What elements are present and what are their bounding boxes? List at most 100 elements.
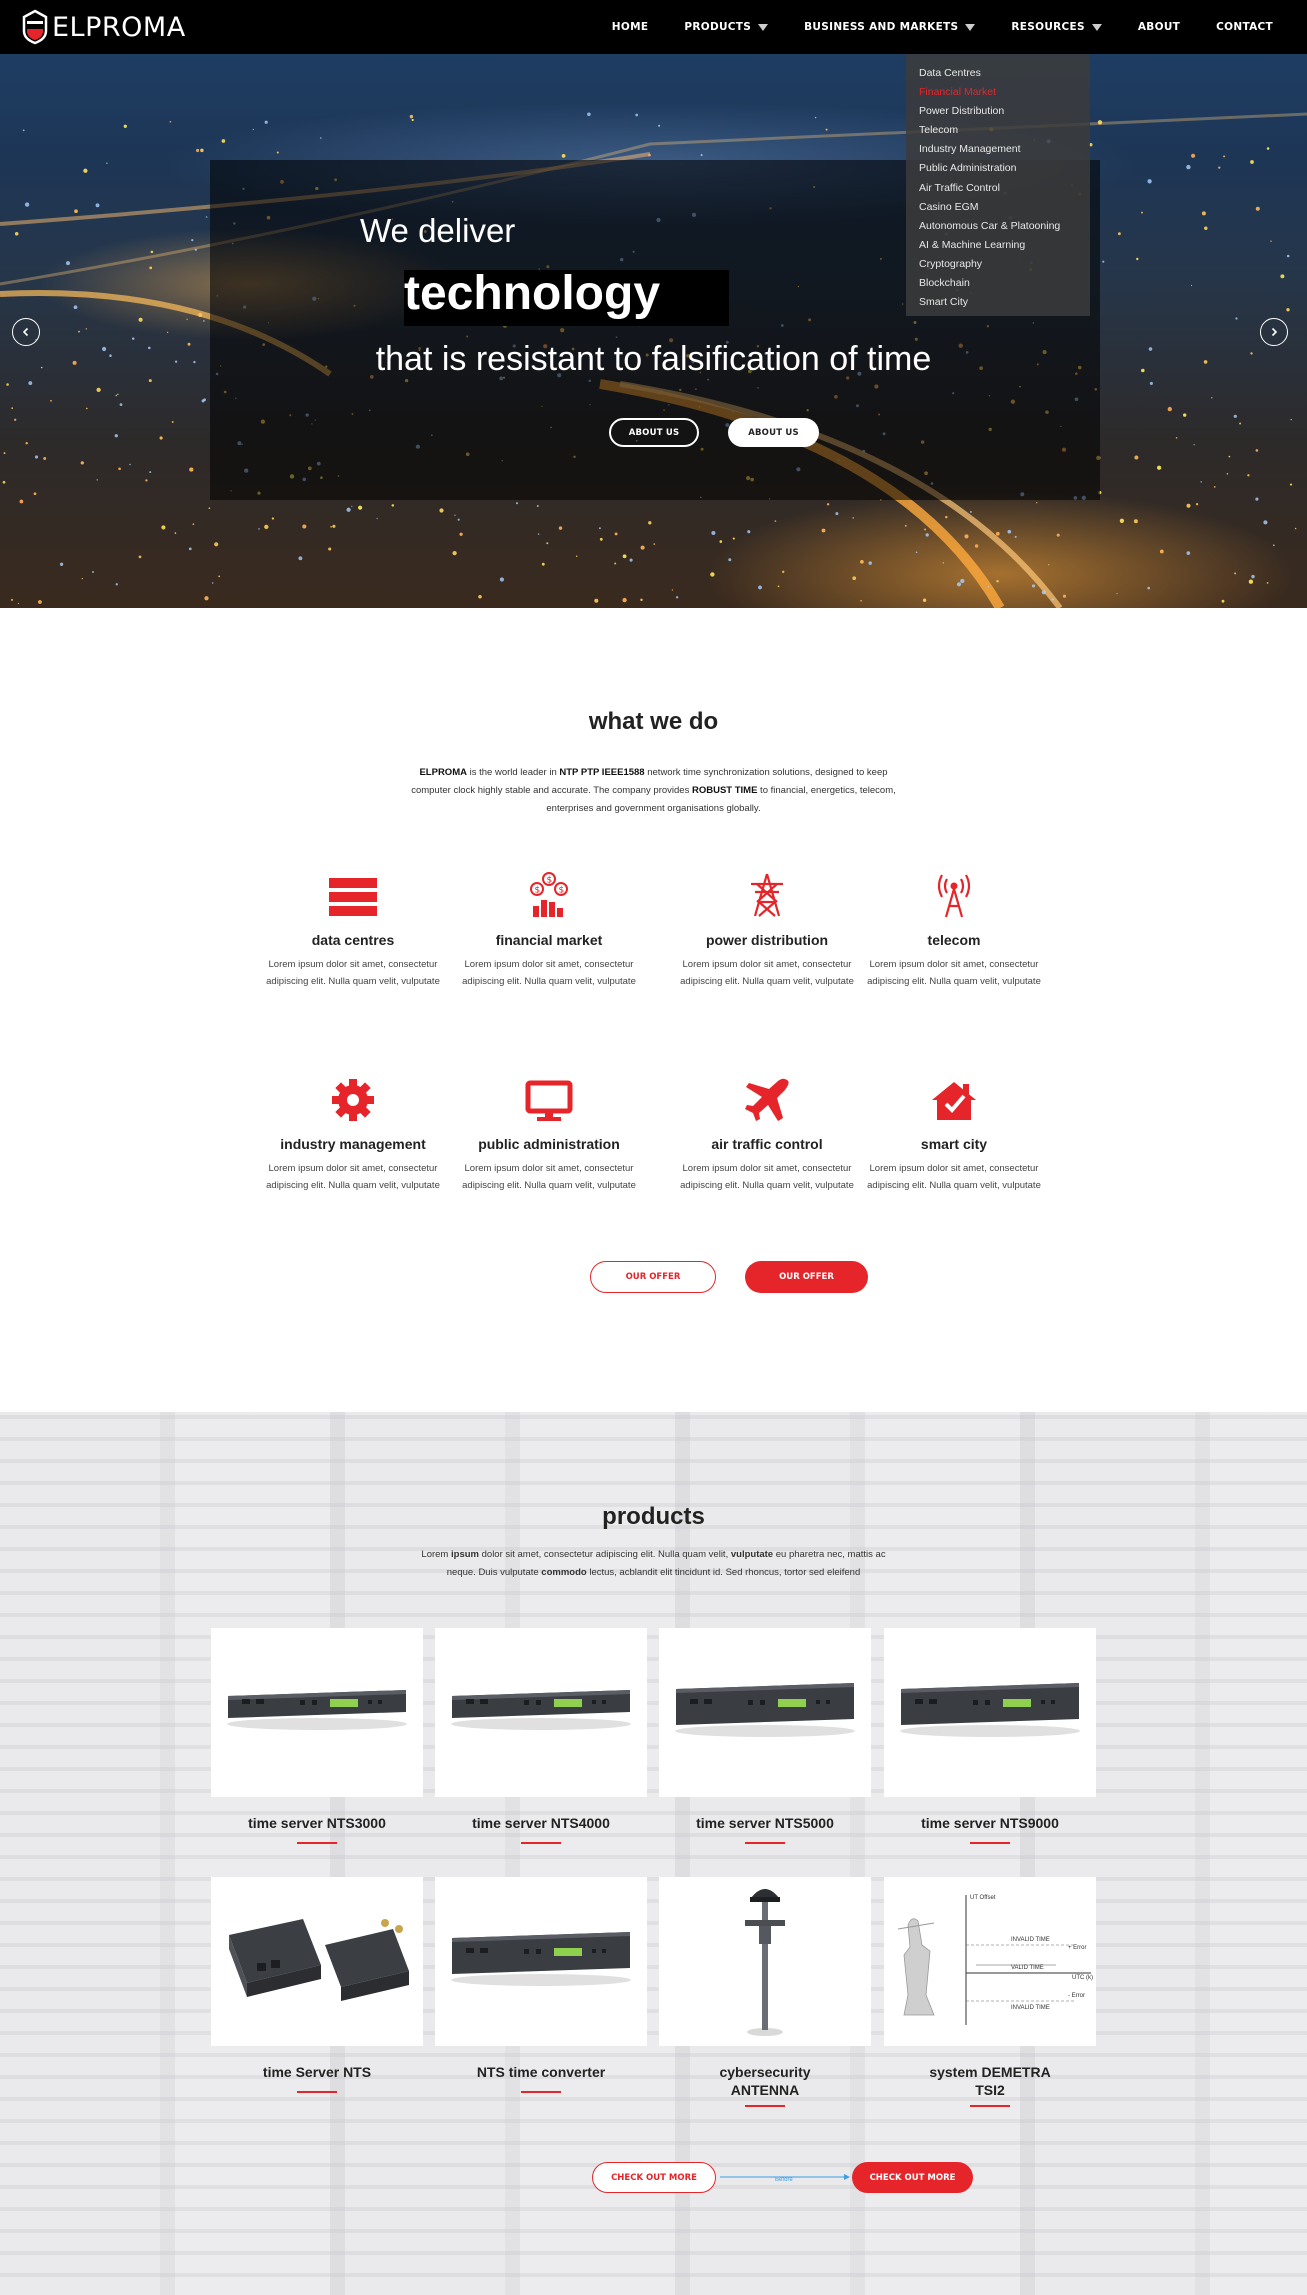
about-us-solid-button[interactable]: ABOUT US xyxy=(728,418,819,447)
city-light xyxy=(264,120,268,124)
city-light xyxy=(117,393,119,395)
city-light xyxy=(852,517,855,519)
dropdown-item[interactable]: Telecom xyxy=(906,121,1090,140)
city-light xyxy=(1280,274,1285,279)
city-light xyxy=(1036,502,1038,504)
service-description: Lorem ipsum dolor sit amet, consectetur … xyxy=(867,959,1041,987)
city-light xyxy=(302,524,307,529)
power-tower-icon xyxy=(672,868,862,918)
city-light xyxy=(115,583,118,586)
rack-server-image xyxy=(222,1686,412,1740)
city-light xyxy=(34,455,39,459)
product-name[interactable]: system DEMETRA TSI2 xyxy=(884,2063,1096,2099)
product-card-image[interactable] xyxy=(435,1877,647,2046)
dropdown-item[interactable]: Data Centres xyxy=(906,64,1090,83)
product-card-image[interactable] xyxy=(659,1877,871,2046)
product-name[interactable]: time server NTS9000 xyxy=(884,1814,1096,1832)
city-light xyxy=(1190,284,1193,287)
nav-item-resources[interactable]: RESOURCES xyxy=(993,21,1120,33)
city-light xyxy=(17,602,20,605)
dropdown-item[interactable]: Autonomous Car & Platooning xyxy=(906,217,1090,236)
service-smart-city[interactable]: smart city Lorem ipsum dolor sit amet, co… xyxy=(859,1072,1049,1194)
city-light xyxy=(1255,206,1260,211)
nav-item-business-and-markets[interactable]: BUSINESS AND MARKETS xyxy=(786,21,993,33)
nav-item-about[interactable]: ABOUT xyxy=(1120,21,1198,33)
city-light xyxy=(114,434,118,438)
airplane-icon xyxy=(672,1072,862,1122)
city-light xyxy=(192,523,195,526)
city-light xyxy=(964,534,969,539)
product-card-image[interactable]: UT Offset INVALID TIME + Error VALID TIME UT… xyxy=(884,1877,1096,2046)
dropdown-item[interactable]: Smart City xyxy=(906,293,1090,312)
product-name[interactable]: NTS time converter xyxy=(435,2063,647,2081)
dropdown-item[interactable]: AI & Machine Learning xyxy=(906,236,1090,255)
nav-item-home[interactable]: HOME xyxy=(594,21,667,33)
city-light xyxy=(1289,483,1293,486)
product-name[interactable]: time Server NTS xyxy=(211,2063,423,2081)
city-light xyxy=(814,116,817,119)
product-card-image[interactable] xyxy=(211,1877,423,2046)
city-light xyxy=(330,526,332,528)
nav-item-products[interactable]: PRODUCTS xyxy=(666,21,786,33)
dropdown-item[interactable]: Cryptography xyxy=(906,255,1090,274)
our-offer-solid-button[interactable]: OUR OFFER xyxy=(745,1261,868,1293)
product-card-image[interactable] xyxy=(435,1628,647,1797)
city-light xyxy=(1117,232,1121,236)
dropdown-item[interactable]: Public Administration xyxy=(906,159,1090,178)
city-light xyxy=(499,577,504,582)
city-light xyxy=(1239,422,1242,425)
product-card-image[interactable] xyxy=(211,1628,423,1797)
check-out-more-outline-button[interactable]: CHECK OUT MORE xyxy=(592,2162,716,2193)
dropdown-item[interactable]: Casino EGM xyxy=(906,198,1090,217)
product-card-image[interactable] xyxy=(659,1628,871,1797)
service-industry-management[interactable]: industry management Lorem ipsum dolor sit… xyxy=(258,1072,448,1194)
city-light xyxy=(1290,418,1292,421)
product-name[interactable]: cybersecurity ANTENNA xyxy=(659,2063,871,2099)
product-name[interactable]: time server NTS5000 xyxy=(659,1814,871,1832)
city-light xyxy=(198,313,203,317)
city-light xyxy=(1247,474,1250,477)
nav-item-contact[interactable]: CONTACT xyxy=(1198,21,1291,33)
dropdown-item[interactable]: Blockchain xyxy=(906,274,1090,293)
city-light xyxy=(391,504,395,507)
elproma-logo[interactable]: ELPROMA xyxy=(22,9,186,45)
product-name[interactable]: time server NTS3000 xyxy=(211,1814,423,1832)
product-card-image[interactable] xyxy=(884,1628,1096,1797)
city-light xyxy=(700,154,703,157)
city-light xyxy=(1234,572,1237,575)
dropdown-item[interactable]: Industry Management xyxy=(906,140,1090,159)
city-light xyxy=(43,457,47,460)
service-title: smart city xyxy=(920,1136,988,1152)
service-data-centres[interactable]: data centres Lorem ipsum dolor sit amet, … xyxy=(258,868,448,990)
service-air-traffic-control[interactable]: air traffic control Lorem ipsum dolor sit… xyxy=(672,1072,862,1194)
our-offer-outline-button[interactable]: OUR OFFER xyxy=(590,1261,716,1293)
rack-server-image xyxy=(446,1686,636,1740)
dropdown-item[interactable]: Power Distribution xyxy=(906,102,1090,121)
dropdown-item[interactable]: Financial Market xyxy=(906,83,1090,102)
slider-prev-button[interactable] xyxy=(12,318,40,346)
city-light xyxy=(194,248,197,251)
city-light xyxy=(24,202,30,207)
service-title: public administration xyxy=(478,1136,620,1152)
service-public-administration[interactable]: public administration Lorem ipsum dolor s… xyxy=(454,1072,644,1194)
dropdown-item[interactable]: Air Traffic Control xyxy=(906,179,1090,198)
city-light xyxy=(6,383,9,386)
city-light xyxy=(1102,260,1105,263)
service-financial-market[interactable]: $ $ $ financial market Lorem ipsum dolor sit… xyxy=(454,868,644,990)
intro-bold: vulputate xyxy=(730,1549,774,1560)
city-light xyxy=(653,543,656,545)
city-light xyxy=(332,524,336,528)
rack-server-tall-image xyxy=(446,1928,636,1996)
service-telecom[interactable]: telecom Lorem ipsum dolor sit amet, conse… xyxy=(859,868,1049,990)
about-us-outline-button[interactable]: ABOUT US xyxy=(609,418,699,447)
product-name[interactable]: time server NTS4000 xyxy=(435,1814,647,1832)
service-description: Lorem ipsum dolor sit amet, consectetur … xyxy=(462,959,636,987)
diagram-label: - Error xyxy=(1068,1993,1085,1999)
nav-item-label: ABOUT xyxy=(1137,21,1181,33)
city-light xyxy=(711,530,716,536)
city-light xyxy=(1116,592,1118,595)
intro-text: is the world leader in xyxy=(466,767,560,778)
slider-next-button[interactable] xyxy=(1260,318,1288,346)
check-out-more-solid-button[interactable]: CHECK OUT MORE xyxy=(852,2162,973,2193)
service-power-distribution[interactable]: power distribution Lorem ipsum dolor sit … xyxy=(672,868,862,990)
